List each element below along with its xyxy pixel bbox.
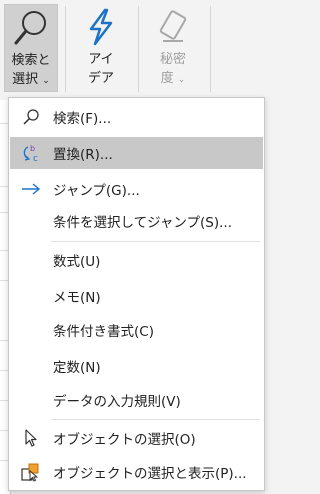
menu-separator	[51, 241, 260, 242]
find-select-label-1: 検索と	[11, 53, 51, 68]
sensitivity-icon	[150, 4, 196, 50]
search-icon	[21, 107, 41, 127]
magnifier-icon	[8, 5, 54, 51]
menu-item-label: ジャンプ(G)...	[53, 183, 140, 199]
menu-item-formulas[interactable]: 数式(U)	[10, 244, 263, 276]
menu-item-replace[interactable]: b c 置換(R)...	[10, 137, 263, 169]
menu-item-label: オブジェクトの選択(O)	[53, 432, 196, 448]
menu-item-conditional-formatting[interactable]: 条件付き書式(C)	[10, 314, 263, 346]
find-select-menu: 検索(F)... b c 置換(R)... ジャンプ(G)... 条件を選択して…	[8, 97, 265, 491]
chevron-down-icon: ⌄	[42, 76, 50, 86]
menu-item-label: 検索(F)...	[53, 111, 112, 127]
menu-item-label: メモ(N)	[53, 290, 101, 306]
replace-icon: b c	[21, 143, 41, 163]
ribbon-separator	[210, 6, 211, 92]
menu-item-selection-pane[interactable]: オブジェクトの選択と表示(P)...	[10, 456, 263, 488]
menu-item-label: オブジェクトの選択と表示(P)...	[53, 466, 247, 482]
menu-item-label: 条件を選択してジャンプ(S)...	[53, 215, 232, 231]
menu-item-constants[interactable]: 定数(N)	[10, 350, 263, 382]
ideas-button[interactable]: アイ デア	[74, 4, 128, 92]
menu-item-label: 置換(R)...	[53, 147, 113, 163]
find-select-button[interactable]: 検索と 選択 ⌄	[4, 4, 58, 92]
lightning-icon	[78, 4, 124, 50]
ribbon-group: 検索と 選択 ⌄ アイ デア 秘密 度 ⌄	[0, 0, 267, 100]
menu-item-label: 定数(N)	[53, 360, 101, 376]
menu-item-data-validation[interactable]: データの入力規則(V)	[10, 384, 263, 416]
menu-separator	[51, 419, 260, 420]
svg-text:b: b	[30, 144, 35, 153]
sensitivity-label-1: 秘密	[159, 52, 186, 67]
svg-text:c: c	[33, 154, 38, 163]
menu-item-label: データの入力規則(V)	[53, 394, 181, 410]
menu-item-goto-special[interactable]: 条件を選択してジャンプ(S)...	[10, 205, 263, 237]
ribbon-separator	[138, 6, 139, 92]
chevron-down-icon: ⌄	[177, 75, 186, 85]
menu-item-label: 数式(U)	[53, 254, 101, 270]
menu-item-find[interactable]: 検索(F)...	[10, 101, 263, 133]
sensitivity-label-2: 度 ⌄	[160, 71, 186, 86]
ideas-label-2: デア	[87, 71, 114, 86]
arrow-right-icon	[21, 179, 41, 199]
pointer-icon	[21, 428, 41, 448]
ideas-label-1: アイ	[88, 52, 114, 67]
menu-item-notes[interactable]: メモ(N)	[10, 280, 263, 312]
menu-item-goto[interactable]: ジャンプ(G)...	[10, 173, 263, 205]
menu-item-label: 条件付き書式(C)	[53, 324, 154, 340]
menu-item-select-objects[interactable]: オブジェクトの選択(O)	[10, 422, 263, 454]
find-select-label-2: 選択 ⌄	[12, 72, 50, 87]
ribbon-separator	[65, 6, 66, 92]
selection-pane-icon	[21, 462, 41, 482]
sensitivity-button[interactable]: 秘密 度 ⌄	[146, 4, 200, 92]
